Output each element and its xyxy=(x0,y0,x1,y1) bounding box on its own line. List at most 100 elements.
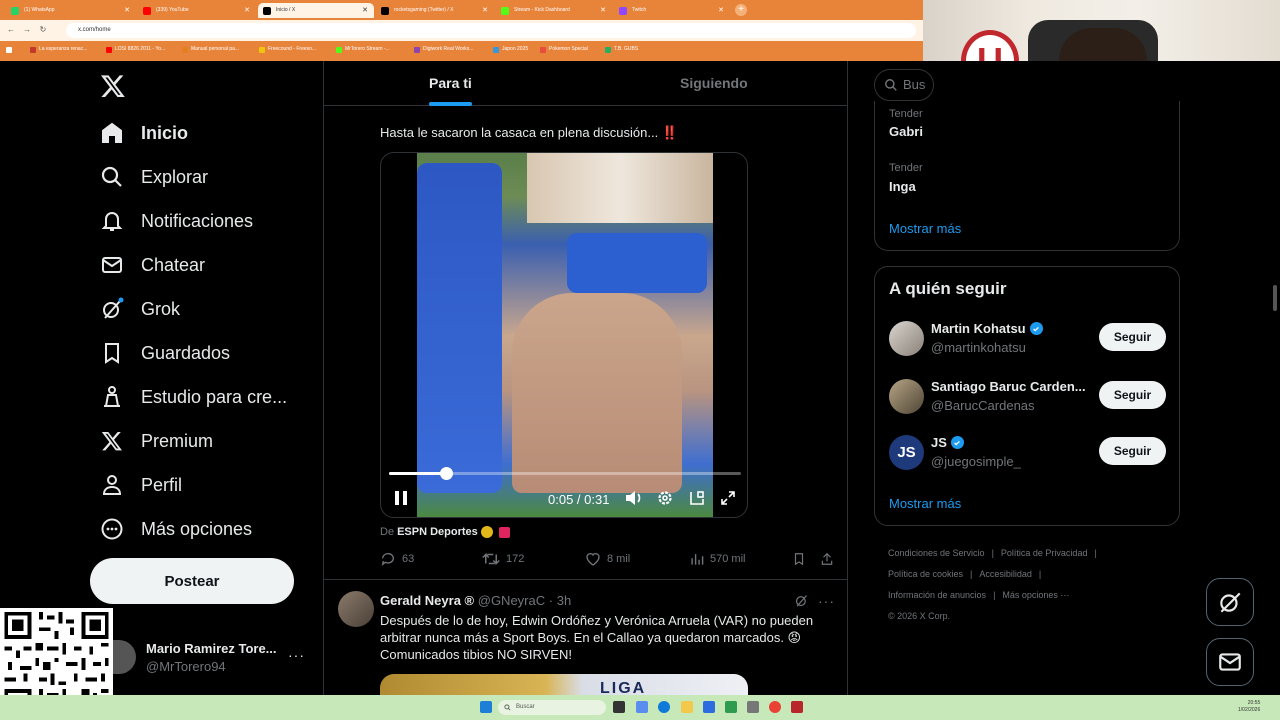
source-account-link[interactable]: ESPN Deportes xyxy=(397,526,478,538)
follow-suggestion[interactable]: JS JS @juegosimple_ Seguir xyxy=(889,433,1169,473)
close-tab-icon[interactable]: ✕ xyxy=(244,3,250,18)
forward-icon[interactable]: → xyxy=(22,25,32,35)
nav-notifications[interactable]: Notificaciones xyxy=(100,206,253,236)
messages-float-button[interactable] xyxy=(1206,638,1254,686)
page-scrollbar[interactable] xyxy=(1273,285,1277,311)
system-clock[interactable]: 20:55 1/02/2026 xyxy=(1238,700,1260,714)
avatar[interactable] xyxy=(889,379,924,414)
reply-button[interactable]: 63 xyxy=(380,551,414,567)
fullscreen-icon[interactable] xyxy=(718,488,738,508)
search-input[interactable]: Bus xyxy=(874,69,934,101)
settings-gear-icon[interactable] xyxy=(655,488,675,508)
tweet-image[interactable]: LIGA xyxy=(380,674,748,695)
avatar[interactable] xyxy=(889,321,924,356)
author-handle[interactable]: @GNeyraC xyxy=(478,593,545,608)
store-icon[interactable] xyxy=(703,701,715,713)
bookmark-item[interactable]: Pokemon Special xyxy=(540,46,588,53)
edge-icon[interactable] xyxy=(658,701,670,713)
follow-button[interactable]: Seguir xyxy=(1099,381,1166,409)
tab-for-you[interactable]: Para ti xyxy=(429,61,472,106)
more-icon[interactable]: ··· xyxy=(288,647,305,663)
avatar[interactable] xyxy=(338,591,374,627)
trend-item[interactable]: Gabri xyxy=(889,124,923,139)
bookmark-item[interactable]: Digiwork Real Works... xyxy=(414,46,473,53)
browser-tab-active[interactable]: Inicio / X ✕ xyxy=(258,3,374,18)
nav-more-options[interactable]: Más opciones xyxy=(100,514,252,544)
x-logo-icon[interactable] xyxy=(100,73,126,99)
excel-icon[interactable] xyxy=(725,701,737,713)
follow-button[interactable]: Seguir xyxy=(1099,437,1166,465)
account-switcher[interactable]: Mario Ramirez Tore... @MrTorero94 ··· xyxy=(110,633,315,683)
close-tab-icon[interactable]: ✕ xyxy=(482,3,488,18)
bookmark-button[interactable] xyxy=(792,551,806,567)
footer-link[interactable]: Política de Privacidad xyxy=(1001,548,1088,558)
nav-profile[interactable]: Perfil xyxy=(100,470,182,500)
views-button[interactable]: 570 mil xyxy=(690,551,745,567)
task-view-icon[interactable] xyxy=(613,701,625,713)
tweet-time[interactable]: 3h xyxy=(557,593,571,608)
follow-button[interactable]: Seguir xyxy=(1099,323,1166,351)
bookmark-item[interactable]: Japon 2025 xyxy=(493,46,528,53)
close-tab-icon[interactable]: ✕ xyxy=(362,3,368,18)
footer-more-link[interactable]: Más opciones ··· xyxy=(1002,590,1069,600)
video-progress-bar[interactable] xyxy=(389,467,741,480)
close-tab-icon[interactable]: ✕ xyxy=(600,3,606,18)
browser-tab[interactable]: (339) YouTube ✕ xyxy=(138,3,256,18)
author-name[interactable]: Gerald Neyra ® xyxy=(380,593,474,608)
file-explorer-icon[interactable] xyxy=(681,701,693,713)
browser-tab[interactable]: (1) WhatsApp ✕ xyxy=(6,3,136,18)
new-tab-button[interactable]: + xyxy=(735,4,747,16)
nav-grok[interactable]: Grok xyxy=(100,294,180,324)
more-icon[interactable]: ··· xyxy=(818,593,835,609)
follow-suggestion[interactable]: Martin Kohatsu @martinkohatsu Seguir xyxy=(889,319,1169,359)
repost-button[interactable]: 172 xyxy=(482,551,524,567)
nav-chat[interactable]: Chatear xyxy=(100,250,205,280)
avatar[interactable]: JS xyxy=(889,435,924,470)
browser-tab[interactable]: rocketsgaming (Twitter) / X ✕ xyxy=(376,3,494,18)
pause-icon[interactable] xyxy=(391,488,411,508)
volume-icon[interactable] xyxy=(624,488,644,508)
close-tab-icon[interactable]: ✕ xyxy=(124,3,130,18)
browser-tab[interactable]: Stream - Kick Dashboard ✕ xyxy=(496,3,612,18)
picture-in-picture-icon[interactable] xyxy=(687,488,707,508)
trend-item[interactable]: Inga xyxy=(889,179,916,194)
nav-home[interactable]: Inicio xyxy=(100,118,188,148)
app-icon[interactable] xyxy=(747,701,759,713)
footer-link[interactable]: Información de anuncios xyxy=(888,590,986,600)
back-icon[interactable]: ← xyxy=(6,25,16,35)
windows-start-icon[interactable] xyxy=(480,701,492,713)
widgets-icon[interactable] xyxy=(636,701,648,713)
share-button[interactable] xyxy=(820,551,834,567)
video-scrubber-handle[interactable] xyxy=(439,467,453,480)
nav-creator-studio[interactable]: Estudio para cre... xyxy=(100,382,287,412)
nav-bookmarks[interactable]: Guardados xyxy=(100,338,230,368)
footer-link[interactable]: Condiciones de Servicio xyxy=(888,548,985,558)
tab-following[interactable]: Siguiendo xyxy=(680,61,748,106)
trends-show-more-link[interactable]: Mostrar más xyxy=(889,221,961,236)
browser-tab[interactable]: Twitch ✕ xyxy=(614,3,730,18)
follow-show-more-link[interactable]: Mostrar más xyxy=(889,496,961,511)
taskbar-search[interactable]: Buscar xyxy=(498,700,606,715)
bookmark-item[interactable]: Manual personal pa... xyxy=(182,46,239,53)
close-tab-icon[interactable]: ✕ xyxy=(718,3,724,18)
footer-link[interactable]: Política de cookies xyxy=(888,569,963,579)
bookmark-item[interactable]: Freecound - Freeso... xyxy=(259,46,316,53)
bookmark-item[interactable]: LOSI 8826 2011 - Yo... xyxy=(106,46,165,53)
nav-premium[interactable]: Premium xyxy=(100,426,213,456)
obs-icon[interactable] xyxy=(791,701,803,713)
follow-suggestion[interactable]: Santiago Baruc Carden... @BarucCardenas … xyxy=(889,377,1169,417)
grok-icon[interactable] xyxy=(794,593,809,611)
footer-link[interactable]: Accesibilidad xyxy=(979,569,1032,579)
grok-float-button[interactable] xyxy=(1206,578,1254,626)
bookmark-item[interactable]: T.B. GUBS xyxy=(605,46,638,53)
bookmark-item[interactable]: MrTorero Stream -... xyxy=(336,46,390,53)
video-player[interactable]: 0:05 / 0:31 xyxy=(380,152,748,518)
reload-icon[interactable]: ↻ xyxy=(38,25,48,35)
views-chart-icon xyxy=(691,554,704,565)
bookmark-item[interactable]: La esperanza renac... xyxy=(30,46,87,53)
nav-explore[interactable]: Explorar xyxy=(100,162,208,192)
address-bar[interactable]: x.com/home xyxy=(66,23,916,38)
like-button[interactable]: 8 mil xyxy=(585,551,630,567)
chrome-icon[interactable] xyxy=(769,701,781,713)
post-button[interactable]: Postear xyxy=(90,558,294,604)
